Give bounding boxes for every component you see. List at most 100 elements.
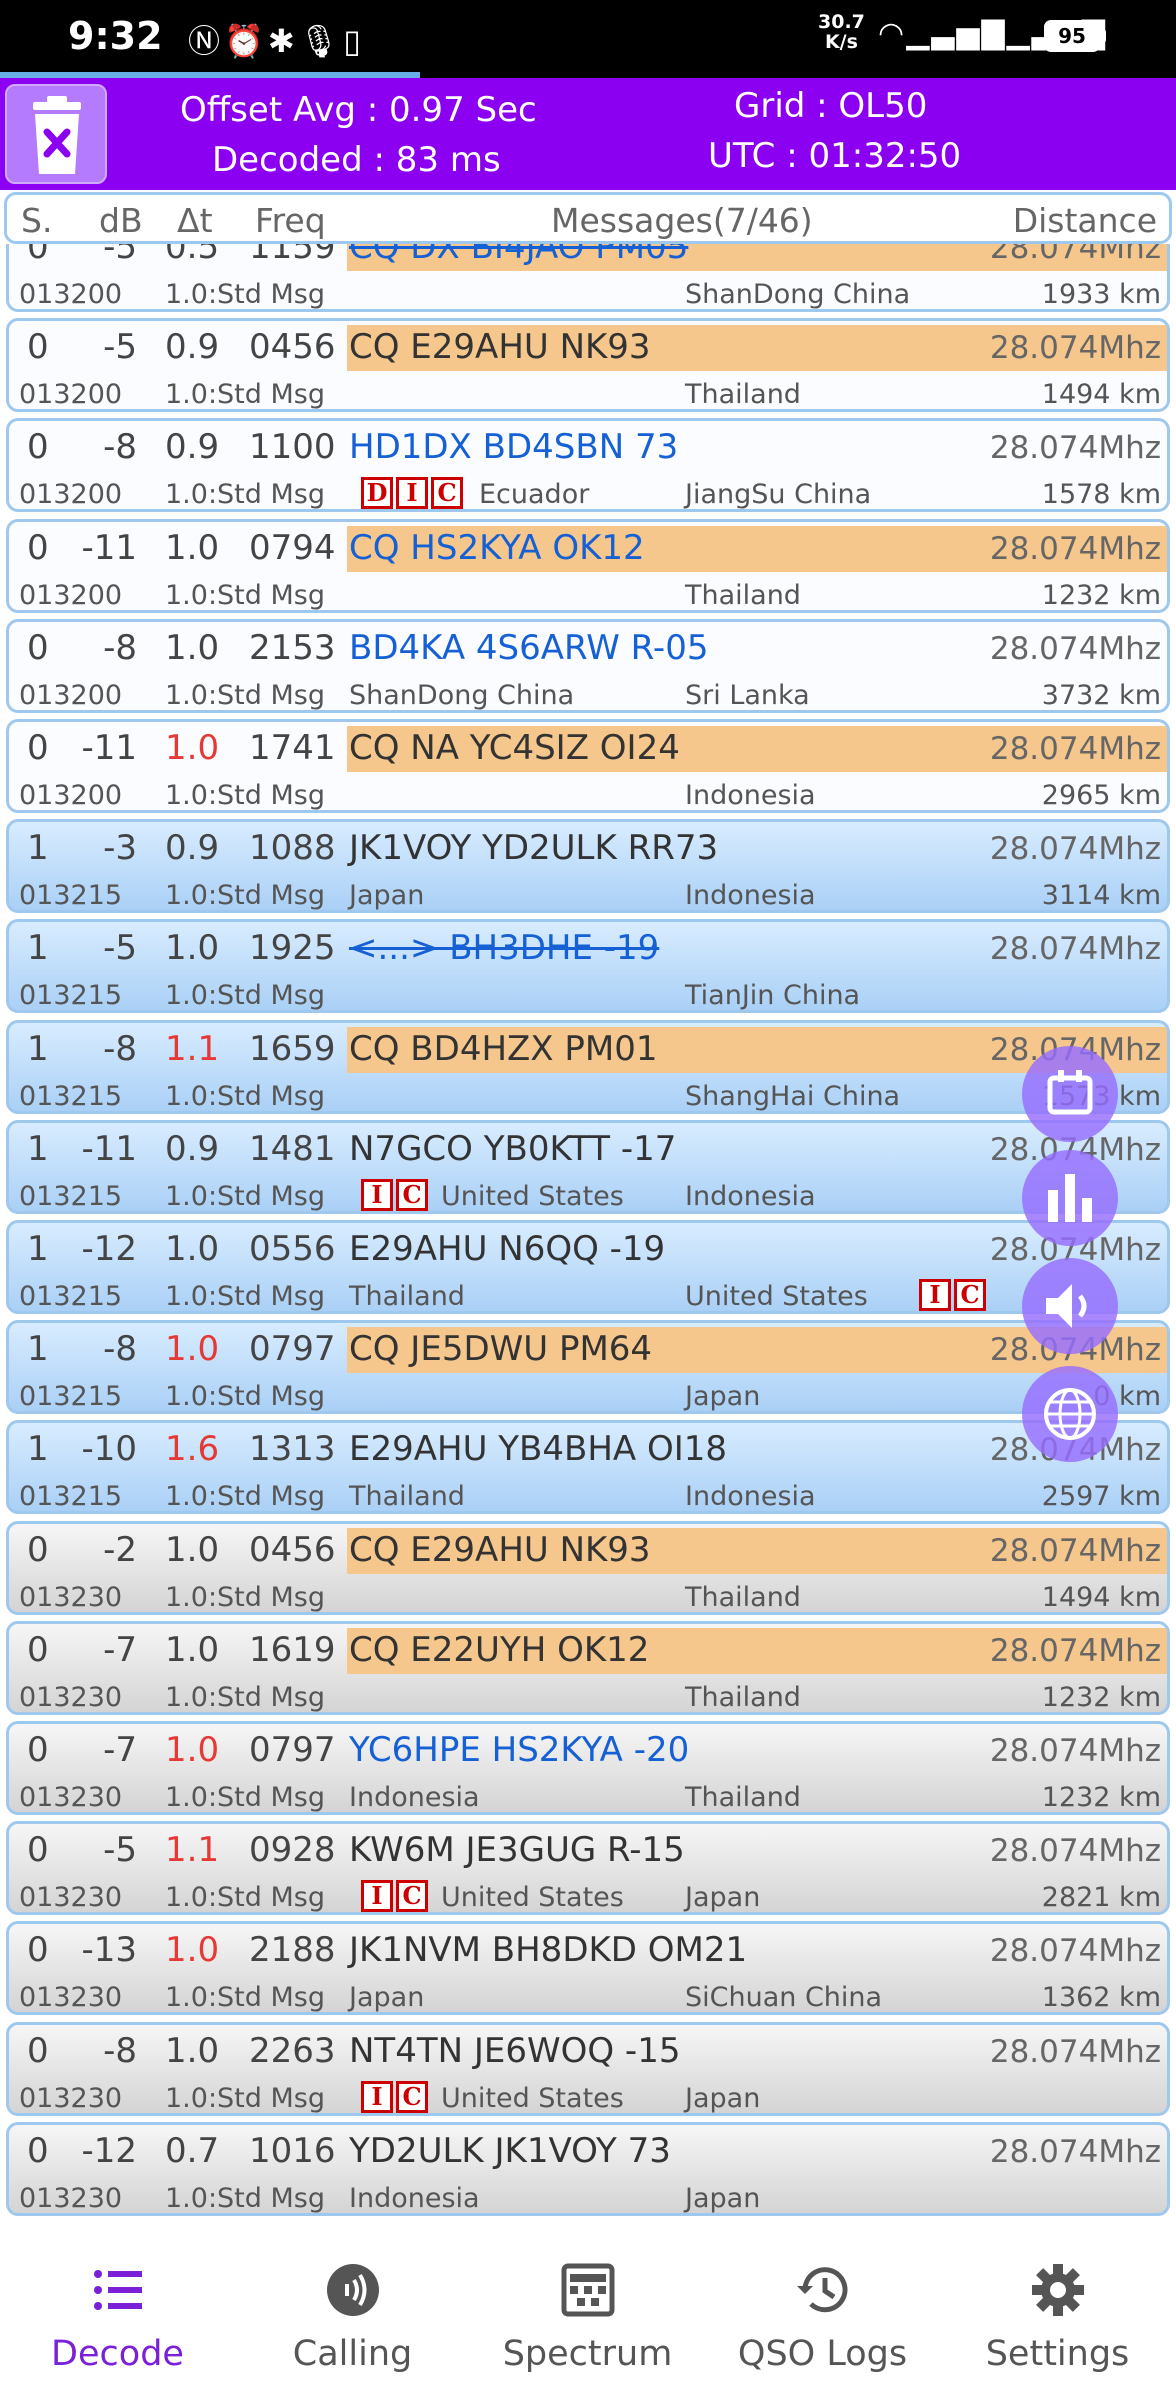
row-freq: 2188 — [249, 1930, 336, 1971]
message-row[interactable]: 1 -5 1.0 1925 <...> BH3DHE -19 28.074Mhz 01321… — [6, 919, 1170, 1014]
col-db: dB — [99, 201, 143, 240]
row-target-country: Sri Lanka — [685, 679, 810, 711]
row-sequence: 0 — [27, 728, 49, 768]
nav-decode[interactable]: Decode — [0, 2236, 235, 2400]
row-distance: 3114 km — [1041, 880, 1161, 912]
row-caller-country: United States — [441, 1180, 624, 1212]
row-distance: 2965 km — [1041, 780, 1161, 811]
mic-icon: 🎙 — [298, 22, 344, 60]
message-row[interactable]: 0 -2 1.0 0456 CQ E29AHU NK93 28.074Mhz 013230 1… — [6, 1520, 1170, 1615]
flag-i-badge: I — [396, 477, 428, 510]
row-type: 1.0:Std Msg — [165, 780, 325, 811]
row-freq: 2153 — [249, 627, 336, 668]
row-time: 013230 — [19, 2182, 123, 2214]
message-row[interactable]: 0 -5 0.9 0456 CQ E29AHU NK93 28.074Mhz 013200 1… — [6, 318, 1170, 413]
message-row[interactable]: 1-81.00797CQ JE5DWU PM6428.074Mhz0132151… — [6, 1320, 1170, 1415]
message-row[interactable]: 0 -12 0.7 1016 YD2ULK JK1VOY 73 28.074Mhz 0132… — [6, 2121, 1170, 2216]
row-freq: 0556 — [249, 1229, 336, 1269]
nav-qso-logs[interactable]: QSO Logs — [705, 2236, 940, 2400]
battery-tip — [1101, 30, 1106, 42]
row-target-country: Indonesia — [685, 1180, 816, 1212]
row-sequence: 0 — [27, 244, 49, 267]
row-db: -12 — [81, 1229, 137, 1269]
row-type: 1.0:Std Msg — [165, 1481, 325, 1513]
row-dt: 0.9 — [165, 427, 220, 468]
row-dt: 1.0 — [165, 928, 220, 969]
alarm-icon: ⏰ — [224, 22, 268, 60]
message-row[interactable]: 1 -12 1.0 0556 E29AHU N6QQ -19 28.074Mhz 01321… — [6, 1220, 1170, 1314]
row-message: CQ HS2KYA OK12 — [349, 527, 645, 568]
row-time: 013230 — [19, 2082, 123, 2114]
row-type: 1.0:Std Msg — [165, 1080, 325, 1112]
row-dt: 1.0 — [165, 1930, 220, 1971]
row-target-country: Thailand — [685, 1782, 801, 1813]
row-db: -10 — [81, 1429, 137, 1470]
row-sequence: 1 — [27, 928, 49, 969]
row-db: -8 — [103, 627, 137, 668]
message-row[interactable]: 0 -5 1.1 0928 KW6M JE3GUG R-15 28.074Mhz 01323… — [6, 1821, 1170, 1916]
message-row[interactable]: 0 -5 0.5 1159 CQ DX BI4JAO PM05 28.074Mhz 0132… — [6, 244, 1170, 312]
row-type: 1.0:Std Msg — [165, 479, 325, 511]
message-row[interactable]: 1-110.91481N7GCO YB0KTT -1728.074Mhz0132… — [6, 1119, 1170, 1214]
message-row[interactable]: 1 -3 0.9 1088 JK1VOY YD2ULK RR73 28.074Mhz 013… — [6, 819, 1170, 914]
decode-time: Decoded : 83 ms — [212, 140, 501, 180]
wifi-icon: ◠ — [878, 16, 907, 51]
message-row[interactable]: 0 -8 0.9 1100 HD1DX BD4SBN 73 28.074Mhz 013200… — [6, 418, 1170, 513]
floating-volume-button[interactable] — [1022, 1258, 1118, 1354]
row-target-country: Thailand — [685, 1681, 801, 1713]
row-message: CQ E29AHU NK93 — [349, 327, 651, 368]
message-row[interactable]: 1-101.61313E29AHU YB4BHA OI1828.074Mhz01… — [6, 1420, 1170, 1515]
message-row[interactable]: 1-81.11659CQ BD4HZX PM0128.074Mhz0132151… — [6, 1019, 1170, 1114]
row-sequence: 1 — [27, 1329, 49, 1370]
nav-calling-label: Calling — [292, 2334, 413, 2374]
gear-icon — [1032, 2264, 1084, 2316]
row-band: 28.074Mhz — [989, 1632, 1161, 1669]
row-message: CQ DX BI4JAO PM05 — [349, 244, 689, 267]
row-db: -8 — [103, 427, 137, 468]
floating-web-button[interactable] — [1022, 1366, 1118, 1462]
row-time: 013200 — [19, 479, 123, 511]
flag-c-badge: C — [431, 477, 463, 510]
nav-settings[interactable]: Settings — [940, 2236, 1175, 2400]
row-caller-country: Ecuador — [479, 479, 590, 511]
row-type: 1.0:Std Msg — [165, 279, 325, 310]
row-band: 28.074Mhz — [989, 831, 1161, 868]
message-row[interactable]: 0 -8 1.0 2263 NT4TN JE6WOQ -15 28.074Mhz 01323… — [6, 2021, 1170, 2116]
row-sequence: 1 — [27, 1128, 49, 1169]
row-target-country: Thailand — [685, 379, 801, 411]
history-icon — [797, 2267, 848, 2313]
status-time: 9:32 — [68, 14, 163, 58]
message-row[interactable]: 0 -11 1.0 1741 CQ NA YC4SIZ OI24 28.074Mhz 013… — [6, 719, 1170, 813]
clear-messages-button[interactable] — [5, 84, 107, 184]
row-type: 1.0:Std Msg — [165, 1681, 325, 1713]
row-sequence: 0 — [27, 427, 49, 468]
message-row[interactable]: 0 -13 1.0 2188 JK1NVM BH8DKD OM21 28.074Mhz 01… — [6, 1921, 1170, 2016]
battery-icon: 95 — [1044, 20, 1100, 52]
message-row[interactable]: 0 -11 1.0 0794 CQ HS2KYA OK12 28.074Mhz 013200… — [6, 518, 1170, 613]
row-time: 013215 — [19, 1281, 123, 1312]
row-db: -5 — [103, 244, 137, 267]
row-message: KW6M JE3GUG R-15 — [349, 1830, 685, 1871]
message-row[interactable]: 0 -7 1.0 0797 YC6HPE HS2KYA -20 28.074Mhz 0132… — [6, 1721, 1170, 1815]
message-row[interactable]: 0 -8 1.0 2153 BD4KA 4S6ARW R-05 28.074Mhz 0132… — [6, 618, 1170, 713]
trash-icon — [33, 96, 81, 174]
row-caller-country: Japan — [349, 1982, 425, 2014]
row-target-country: Indonesia — [685, 880, 816, 912]
award-flags: IC — [919, 1279, 986, 1311]
col-sequence: S. — [21, 201, 53, 240]
decode-message-list[interactable]: 0 -5 0.5 1159 CQ DX BI4JAO PM05 28.074Mhz 0132… — [0, 244, 1176, 2244]
nav-qso-logs-label: QSO Logs — [737, 2334, 908, 2374]
floating-mode-button[interactable] — [1022, 1046, 1118, 1142]
nav-calling[interactable]: Calling — [235, 2236, 470, 2400]
nfc-icon: Ⓝ — [188, 22, 225, 60]
row-band: 28.074Mhz — [989, 731, 1161, 767]
row-freq: 1481 — [249, 1128, 336, 1169]
offset-average: Offset Avg : 0.97 Sec — [180, 90, 537, 130]
row-message: BD4KA 4S6ARW R-05 — [349, 627, 709, 668]
row-dt: 0.9 — [165, 327, 220, 368]
row-band: 28.074Mhz — [989, 1833, 1161, 1870]
row-type: 1.0:Std Msg — [165, 880, 325, 912]
message-row[interactable]: 0 -7 1.0 1619 CQ E22UYH OK12 28.074Mhz 013230 1… — [6, 1620, 1170, 1715]
nav-spectrum[interactable]: Spectrum — [470, 2236, 705, 2400]
floating-spectrum-button[interactable] — [1022, 1150, 1118, 1246]
